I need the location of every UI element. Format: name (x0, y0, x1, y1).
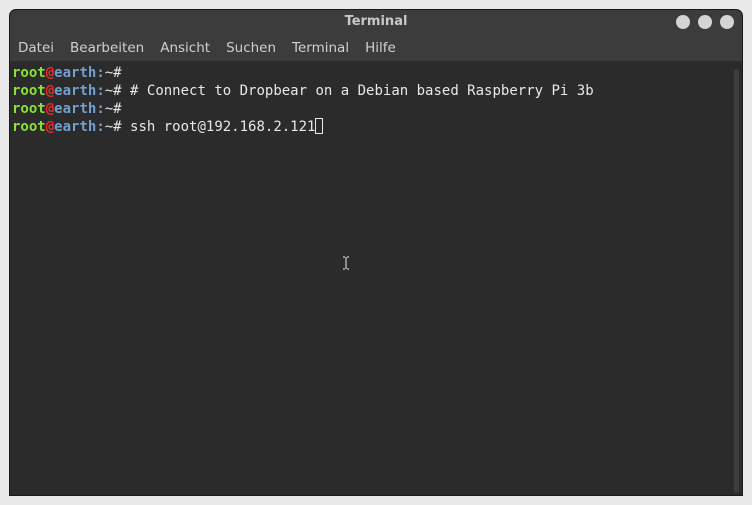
prompt-host: earth (54, 65, 97, 81)
prompt-user: root (12, 83, 46, 99)
terminal-line: root@earth:~# ssh root@192.168.2.121 (12, 118, 731, 136)
prompt-user: root (12, 65, 46, 81)
terminal-output[interactable]: root@earth:~# root@earth:~# # Connect to… (10, 61, 731, 495)
window-controls (676, 15, 734, 29)
i-beam-cursor-icon (343, 256, 349, 270)
title-bar[interactable]: Terminal (10, 10, 742, 35)
prompt-at: @ (45, 65, 55, 81)
prompt-at: @ (45, 101, 55, 117)
minimize-button[interactable] (676, 15, 690, 29)
prompt-separator: : (96, 83, 105, 99)
prompt-host: earth (54, 83, 97, 99)
prompt-user: root (12, 101, 46, 117)
prompt-at: @ (45, 119, 55, 135)
prompt-separator: : (96, 101, 105, 117)
menu-terminal[interactable]: Terminal (284, 35, 357, 61)
prompt-separator: : (96, 65, 105, 81)
prompt-user: root (12, 119, 46, 135)
block-cursor-icon (315, 118, 324, 134)
prompt-host: earth (54, 119, 97, 135)
scrollbar-thumb[interactable] (734, 69, 739, 493)
menu-hilfe[interactable]: Hilfe (357, 35, 404, 61)
scrollbar[interactable] (731, 61, 742, 495)
window-title: Terminal (344, 14, 408, 29)
menu-ansicht[interactable]: Ansicht (152, 35, 218, 61)
prompt-host: earth (54, 101, 97, 117)
menu-suchen[interactable]: Suchen (218, 35, 284, 61)
command-text: ssh root@192.168.2.121 (121, 119, 316, 135)
terminal-line: root@earth:~# (12, 64, 731, 82)
prompt-separator: : (96, 119, 105, 135)
menu-bearbeiten[interactable]: Bearbeiten (62, 35, 152, 61)
terminal-line: root@earth:~# # Connect to Dropbear on a… (12, 82, 731, 100)
prompt-cwd: ~# (104, 83, 122, 99)
maximize-button[interactable] (698, 15, 712, 29)
prompt-cwd: ~# (104, 65, 122, 81)
menu-bar: Datei Bearbeiten Ansicht Suchen Terminal… (10, 35, 742, 61)
command-text: # Connect to Dropbear on a Debian based … (121, 83, 594, 99)
menu-datei[interactable]: Datei (10, 35, 62, 61)
terminal-line: root@earth:~# (12, 100, 731, 118)
close-button[interactable] (720, 15, 734, 29)
prompt-cwd: ~# (104, 119, 122, 135)
terminal-window: Terminal Datei Bearbeiten Ansicht Suchen… (10, 10, 742, 495)
prompt-at: @ (45, 83, 55, 99)
prompt-cwd: ~# (104, 101, 122, 117)
